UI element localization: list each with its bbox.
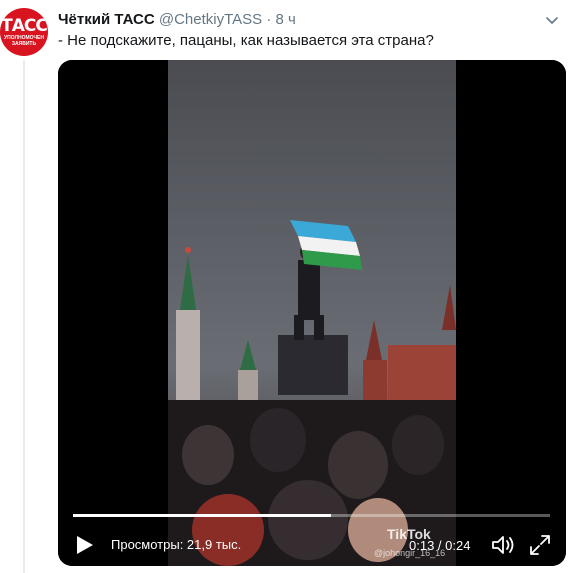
tweet-header: Чёткий ТАСС @ChetkiyTASS · 8 ч	[58, 10, 560, 30]
avatar-logo-caption: УПОЛНОМОЧЕН ЗАЯВИТЬ	[4, 35, 44, 47]
play-icon[interactable]	[72, 533, 96, 557]
tweet-time[interactable]: 8 ч	[276, 11, 296, 28]
tweet-text: - Не подскажите, пацаны, как называется …	[58, 32, 434, 49]
duration: 0:24	[445, 538, 471, 553]
time-separator: /	[434, 538, 446, 553]
time-readout: 0:13 / 0:24	[409, 538, 470, 554]
chevron-down-icon[interactable]	[544, 12, 560, 28]
thread-line	[23, 60, 25, 573]
video-player[interactable]: Просмотры: 21,9 тыс. TikTok @johongir_16…	[58, 60, 566, 566]
avatar[interactable]: ТАСС УПОЛНОМОЧЕН ЗАЯВИТЬ	[0, 8, 48, 56]
current-time: 0:13	[409, 538, 435, 553]
separator-dot: ·	[266, 11, 272, 28]
progress-bar[interactable]	[73, 514, 550, 517]
user-handle[interactable]: @ChetkiyTASS	[159, 11, 262, 28]
display-name[interactable]: Чёткий ТАСС	[58, 11, 155, 28]
volume-icon[interactable]	[490, 533, 516, 557]
video-frame	[58, 60, 566, 566]
avatar-logo: ТАСС	[1, 16, 48, 36]
views-count: Просмотры: 21,9 тыс.	[111, 537, 242, 552]
progress-fill	[73, 514, 331, 517]
fullscreen-icon[interactable]	[528, 533, 552, 557]
